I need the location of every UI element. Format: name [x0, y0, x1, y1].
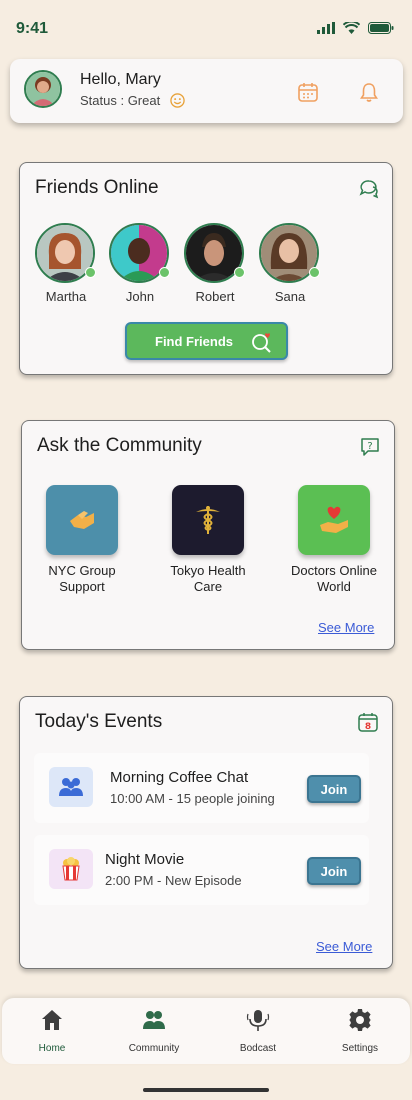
online-status-dot [159, 267, 170, 278]
community-see-more-link[interactable]: See More [318, 620, 374, 635]
friend-sana[interactable]: Sana [259, 223, 321, 304]
community-tokyo-health[interactable]: Tokyo Health Care [153, 485, 263, 595]
avatar[interactable] [24, 70, 62, 108]
signal-icon [317, 22, 335, 34]
calendar-day-number: 8 [365, 722, 371, 732]
status-line: Status : Great [80, 93, 185, 108]
wifi-icon [343, 22, 360, 34]
events-title: Today's Events [35, 711, 163, 732]
status-icons [317, 22, 394, 34]
friends-title: Friends Online [35, 177, 159, 198]
handshake-icon [46, 485, 118, 555]
community-label-line2: Care [193, 579, 223, 594]
battery-icon [368, 22, 394, 34]
caduceus-icon [172, 485, 244, 555]
search-heart-icon [252, 333, 271, 353]
home-icon [42, 1010, 62, 1030]
chat-bubbles-icon[interactable] [357, 178, 379, 200]
community-doctors-online[interactable]: Doctors Online World [279, 485, 389, 595]
community-label-line2: World [317, 579, 351, 594]
svg-text:?: ? [367, 441, 372, 452]
gear-icon [349, 1009, 371, 1031]
friend-john[interactable]: John [109, 223, 171, 304]
bottom-nav: Home Community Bodcast Settings [2, 998, 410, 1064]
smiley-icon [170, 93, 185, 108]
community-card: Ask the Community ? NYC Group Support To… [21, 420, 395, 650]
event-title: Night Movie [105, 851, 185, 868]
status-text: Status : Great [80, 93, 161, 108]
nav-bodcast[interactable]: Bodcast [218, 1008, 298, 1054]
events-card: Today's Events 8 Morning Coffee Chat 10:… [19, 696, 393, 969]
online-status-dot [309, 267, 320, 278]
people-icon [49, 767, 93, 807]
community-label-line1: Doctors Online [291, 563, 377, 578]
bell-icon[interactable] [358, 81, 380, 103]
community-icon [143, 1011, 165, 1029]
friends-online-card: Friends Online Martha John Robert Sana F… [19, 162, 393, 375]
community-label-line1: NYC Group [48, 563, 116, 578]
community-label-line1: Tokyo Health [170, 563, 246, 578]
community-label-line2: Support [59, 579, 105, 594]
question-bubble-icon[interactable]: ? [359, 436, 381, 458]
friend-name: Sana [274, 289, 306, 304]
join-button[interactable]: Join [307, 857, 361, 885]
greeting: Hello, Mary [80, 71, 161, 88]
nav-label: Settings [341, 1043, 379, 1054]
calendar-day-icon[interactable]: 8 [357, 711, 379, 733]
event-title: Morning Coffee Chat [110, 769, 249, 786]
nav-label: Community [128, 1043, 180, 1054]
header-card: Hello, Mary Status : Great [10, 59, 403, 123]
status-bar: 9:41 [0, 0, 412, 60]
nav-home[interactable]: Home [12, 1008, 92, 1054]
nav-label: Bodcast [239, 1043, 277, 1054]
event-row[interactable]: Morning Coffee Chat 10:00 AM - 15 people… [34, 753, 369, 823]
friend-robert[interactable]: Robert [184, 223, 246, 304]
event-subtitle: 2:00 PM - New Episode [105, 873, 242, 888]
friend-name: Martha [45, 289, 87, 304]
events-see-more-link[interactable]: See More [316, 939, 372, 954]
event-row[interactable]: Night Movie 2:00 PM - New Episode Join [34, 835, 369, 905]
friend-name: John [125, 289, 155, 304]
community-title: Ask the Community [37, 435, 202, 456]
calendar-icon[interactable] [297, 81, 319, 103]
nav-label: Home [38, 1043, 66, 1054]
heart-hand-icon [298, 485, 370, 555]
find-friends-button[interactable]: Find Friends [125, 322, 288, 360]
friend-name: Robert [195, 289, 235, 304]
find-friends-label: Find Friends [155, 333, 233, 349]
online-status-dot [85, 267, 96, 278]
community-nyc-group[interactable]: NYC Group Support [27, 485, 137, 595]
friend-martha[interactable]: Martha [35, 223, 97, 304]
nav-community[interactable]: Community [114, 1008, 194, 1054]
status-time: 9:41 [16, 20, 49, 37]
popcorn-icon [49, 849, 93, 889]
event-subtitle: 10:00 AM - 15 people joining [110, 791, 275, 806]
microphone-icon [246, 1010, 270, 1031]
home-indicator[interactable] [143, 1088, 269, 1092]
join-button[interactable]: Join [307, 775, 361, 803]
nav-settings[interactable]: Settings [320, 1008, 400, 1054]
online-status-dot [234, 267, 245, 278]
